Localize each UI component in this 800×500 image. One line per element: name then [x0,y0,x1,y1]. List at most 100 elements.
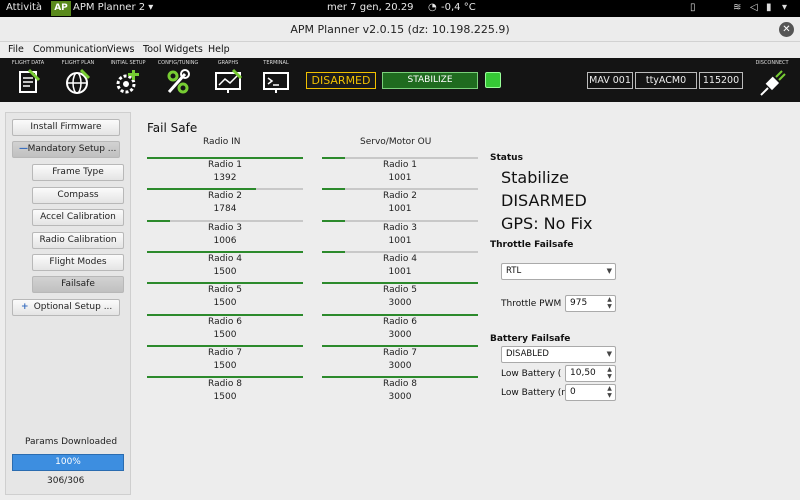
menu-tool-widgets[interactable]: Tool Widgets [143,44,203,55]
radio-in-channel-level [147,250,303,253]
radio-in-channel-name: Radio 4 [208,253,242,264]
servo-out-channel: Radio 2 1001 [322,188,478,218]
servo-out-channel-name: Radio 3 [383,222,417,233]
battery-failsafe-select[interactable]: DISABLED ▼ [501,346,616,363]
radio-in-channel-name: Radio 2 [208,191,242,202]
config-tuning-label: CONFIG/TUNING [157,60,199,66]
servo-out-channel-bar [322,157,478,159]
servo-out-channel-bar [322,219,478,222]
clipboard-icon[interactable]: ▯ [690,2,696,13]
disconnect-button[interactable]: DISCONNECT [748,60,796,98]
servo-out-channel-bar [322,250,478,253]
battery-failsafe-header: Battery Failsafe [490,334,571,344]
low-battery-voltage-value: 10,50 [570,368,596,378]
servo-out-channel-value: 1001 [388,204,412,215]
mav-id-box: MAV 001 [587,72,633,89]
battery-icon[interactable]: ▮ [766,2,772,13]
radio-in-channel-level [147,313,303,316]
sidebar-item-radio-calibration[interactable]: Radio Calibration [32,232,124,249]
disconnect-label: DISCONNECT [755,60,789,66]
radio-in-channel: Radio 8 1500 [147,376,303,406]
radio-in-channel: Radio 7 1500 [147,344,303,375]
throttle-failsafe-select[interactable]: RTL ▼ [501,263,616,280]
sidebar-item-accel-calibration[interactable]: Accel Calibration [32,209,124,226]
throttle-failsafe-value: RTL [506,266,522,276]
initial-setup-label: INITIAL SETUP [110,60,146,66]
flight-plan-tool[interactable]: FLIGHT PLAN [54,60,102,96]
sidebar-item-flight-modes[interactable]: Flight Modes [32,254,124,271]
status-flight-mode: Stabilize [501,168,569,187]
baud-select[interactable]: 115200 [699,72,743,89]
servo-out-channel: Radio 1 1001 [322,157,478,187]
sidebar-item-failsafe[interactable]: Failsafe [32,276,124,293]
initial-setup-tool[interactable]: INITIAL SETUP [104,60,152,96]
radio-in-channel-value: 1784 [213,204,237,215]
params-progress-bar: 100% [12,454,124,471]
wifi-icon[interactable]: ≋ [733,2,741,13]
radio-in-channel-level [147,219,171,222]
radio-in-channel: Radio 2 1784 [147,188,303,218]
radio-in-channel-name: Radio 5 [208,285,242,296]
close-window-button[interactable]: ✕ [779,22,794,37]
servo-out-channel-value: 3000 [388,298,412,309]
config-tuning-tool[interactable]: CONFIG/TUNING [154,60,202,96]
terminal-tool[interactable]: TERMINAL [252,60,300,96]
install-firmware-button[interactable]: Install Firmware [12,119,120,136]
radio-in-channel-value: 1392 [213,173,237,183]
spin-arrows-icon[interactable]: ▲ ▼ [605,296,614,310]
chevron-down-icon: ▼ [606,267,612,275]
sidebar-item-frame-type[interactable]: Frame Type [32,164,124,181]
optional-setup-label: Optional Setup ... [33,302,113,312]
radio-in-channel-value: 1500 [213,298,237,309]
mandatory-setup-label: Mandatory Setup ... [27,144,117,154]
volume-icon[interactable]: ◁ [750,2,758,13]
radio-in-channel-value: 1500 [213,392,237,403]
mandatory-setup-button[interactable]: — Mandatory Setup ... [12,141,120,158]
chevron-down-icon: ▼ [606,350,612,358]
gear-plus-icon [116,70,139,94]
servo-out-channel-name: Radio 8 [383,379,417,390]
radio-in-channel-level [147,344,303,347]
servo-out-channel-level [322,344,478,347]
servo-out-channel-value: 1001 [388,266,412,277]
menu-file[interactable]: File [8,44,24,55]
collapse-icon: — [19,144,28,154]
expand-plus-icon: + [21,302,29,312]
servo-out-channel-level [322,376,478,379]
clock[interactable]: mer 7 gen, 20.29 [327,2,414,13]
app-menu[interactable]: APM Planner 2 ▾ [73,2,153,13]
servo-out-channel-value: 1001 [388,235,412,246]
low-battery-voltage-spinbox[interactable]: 10,50 ▲ ▼ [565,365,616,382]
spin-arrows-icon[interactable]: ▲ ▼ [605,385,614,399]
weather-temp[interactable]: -0,4 °C [441,2,476,13]
flight-data-tool[interactable]: FLIGHT DATA [4,60,52,96]
servo-out-channel-level [322,157,346,159]
radio-in-channel: Radio 4 1500 [147,250,303,281]
system-top-bar: Attività AP APM Planner 2 ▾ mer 7 gen, 2… [0,0,800,17]
radio-in-header: Radio IN [203,137,241,147]
weather-icon: ◔ [428,2,437,13]
servo-out-channel-name: Radio 1 [383,160,417,170]
flight-mode-indicator: STABILIZE [382,72,478,89]
menu-help[interactable]: Help [208,44,230,55]
activities-button[interactable]: Attività [6,2,42,13]
page-title: Fail Safe [147,121,198,135]
radio-in-channel-value: 1500 [213,360,237,371]
servo-out-channel: Radio 7 3000 [322,344,478,375]
throttle-pwm-spinbox[interactable]: 975 ▲ ▼ [565,295,616,312]
radio-in-channel-value: 1500 [213,329,237,340]
graphs-tool[interactable]: GRAPHS [204,60,252,96]
low-battery-remaining-spinbox[interactable]: 0 ▲ ▼ [565,384,616,401]
servo-out-channel-name: Radio 2 [383,191,417,202]
spin-arrows-icon[interactable]: ▲ ▼ [605,366,614,380]
port-select[interactable]: ttyACM0 [635,72,697,89]
servo-out-channel-bar [322,188,478,191]
graphs-icon [215,68,243,93]
menu-views[interactable]: Views [107,44,135,55]
power-menu-icon[interactable]: ▾ [782,2,787,13]
radio-in-channel: Radio 3 1006 [147,219,303,250]
flight-plan-label: FLIGHT PLAN [61,60,95,66]
menu-communication[interactable]: Communication [33,44,108,55]
optional-setup-button[interactable]: + Optional Setup ... [12,299,120,316]
sidebar-item-compass[interactable]: Compass [32,187,124,204]
